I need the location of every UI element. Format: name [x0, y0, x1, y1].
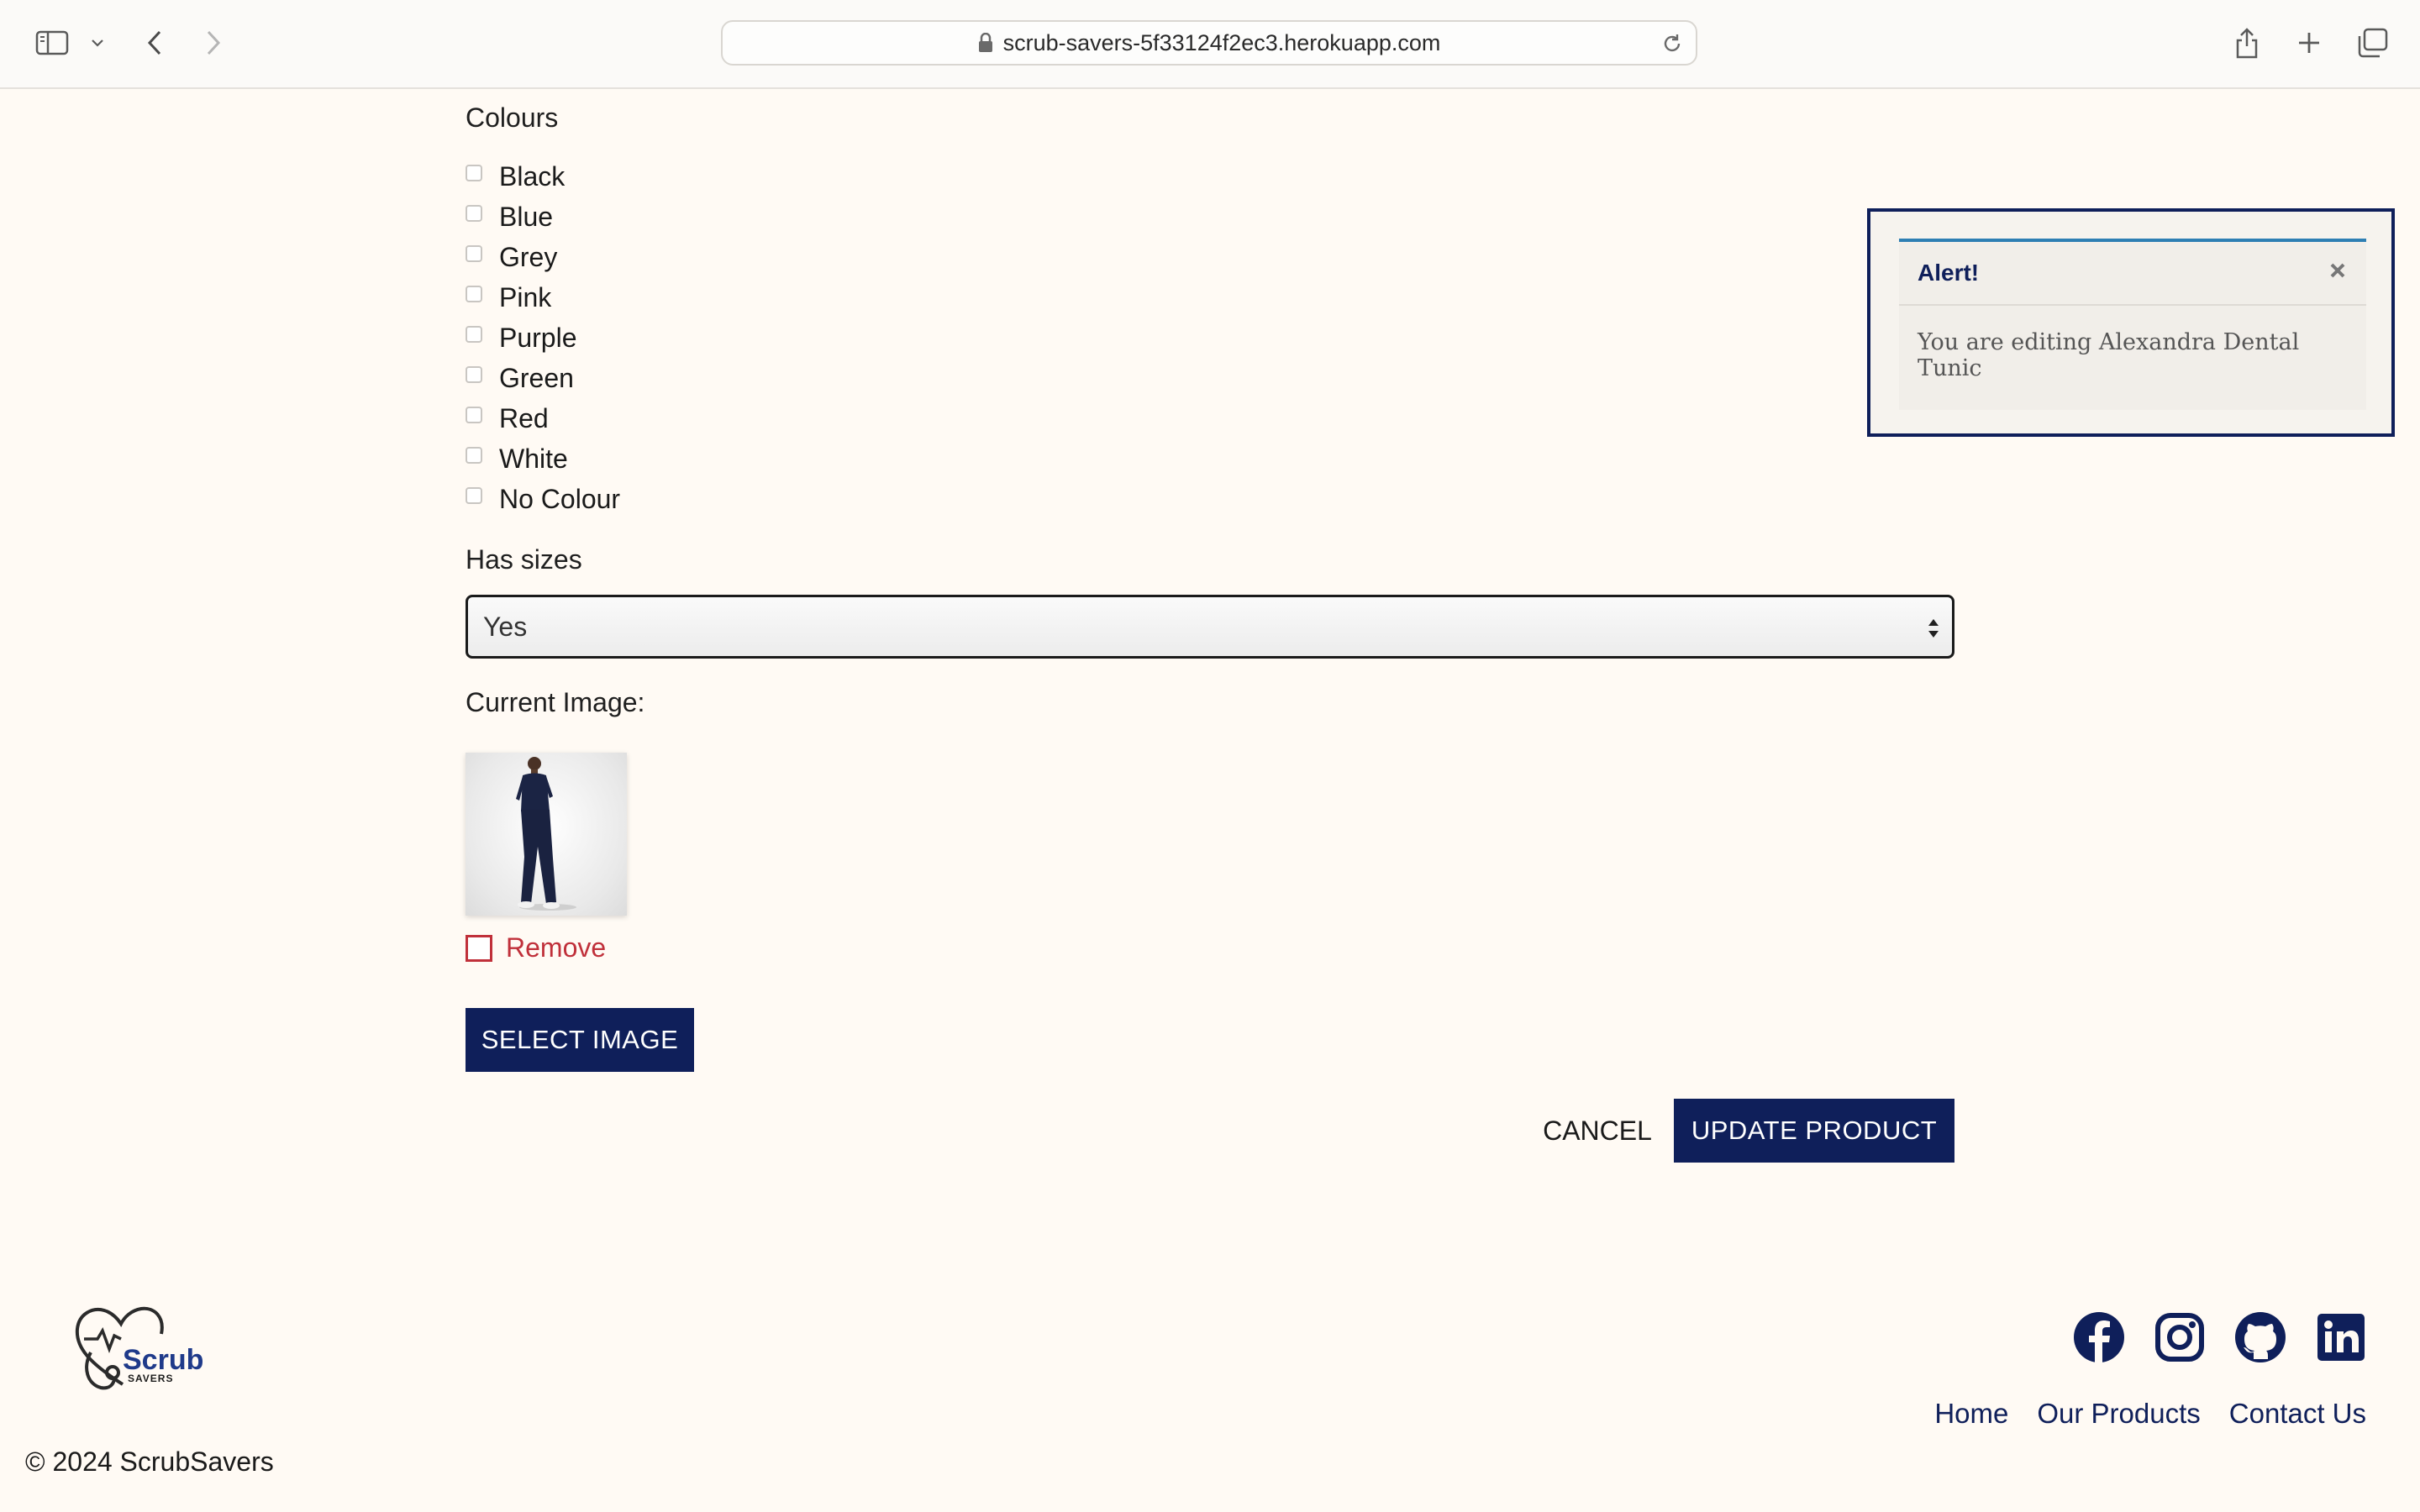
- footer-link-contact-us[interactable]: Contact Us: [2229, 1398, 2366, 1430]
- close-icon[interactable]: [2328, 260, 2348, 281]
- sidebar-toggle-icon[interactable]: [32, 22, 72, 64]
- footer-nav: Home Our Products Contact Us: [1934, 1398, 2366, 1430]
- colour-checkbox[interactable]: [466, 165, 482, 181]
- back-icon[interactable]: [139, 22, 170, 64]
- colour-checkbox[interactable]: [466, 286, 482, 302]
- colour-option-label: Red: [499, 402, 549, 433]
- forward-icon[interactable]: [198, 22, 229, 64]
- copyright-text: © 2024 ScrubSavers: [25, 1446, 274, 1477]
- alert-title: Alert!: [1918, 260, 1980, 286]
- lock-icon: [978, 33, 993, 53]
- colour-option-label: Black: [499, 160, 566, 192]
- has-sizes-value: Yes: [483, 611, 528, 642]
- colour-checkbox[interactable]: [466, 245, 482, 262]
- alert-header: Alert!: [1899, 242, 2366, 306]
- colour-option-purple[interactable]: Purple: [466, 318, 620, 358]
- colour-checkbox[interactable]: [466, 407, 482, 423]
- colour-checkbox-list: Black Blue Grey Pink Purple Green Red Wh…: [466, 156, 620, 519]
- remove-image-label: Remove: [506, 932, 607, 963]
- alert-message: You are editing Alexandra Dental Tunic: [1918, 329, 2300, 381]
- facebook-icon[interactable]: [2072, 1310, 2126, 1364]
- colour-checkbox[interactable]: [466, 366, 482, 383]
- instagram-icon[interactable]: [2153, 1310, 2207, 1364]
- share-icon[interactable]: [2230, 22, 2264, 64]
- chevron-down-icon[interactable]: [87, 22, 108, 64]
- colour-option-label: No Colour: [499, 483, 621, 514]
- colour-option-label: White: [499, 443, 568, 474]
- cancel-button[interactable]: CANCEL: [1529, 1099, 1665, 1163]
- select-image-button[interactable]: SELECT IMAGE: [466, 1008, 694, 1072]
- address-bar[interactable]: scrub-savers-5f33124f2ec3.herokuapp.com: [721, 20, 1697, 66]
- logo-subtext: SAVERS: [128, 1373, 174, 1384]
- new-tab-icon[interactable]: [2292, 22, 2326, 64]
- has-sizes-label: Has sizes: [466, 544, 582, 575]
- colour-option-pink[interactable]: Pink: [466, 277, 620, 318]
- colour-option-label: Pink: [499, 281, 552, 312]
- colour-option-label: Blue: [499, 201, 554, 232]
- colour-option-green[interactable]: Green: [466, 358, 620, 398]
- product-image-thumbnail[interactable]: [466, 753, 627, 916]
- footer-link-home[interactable]: Home: [1934, 1398, 2008, 1430]
- alert-toast: Alert! You are editing Alexandra Dental …: [1867, 208, 2395, 437]
- update-product-button[interactable]: UPDATE PRODUCT: [1674, 1099, 1954, 1163]
- colour-option-label: Grey: [499, 241, 558, 272]
- select-arrows-icon: [1927, 616, 1940, 648]
- remove-image-option[interactable]: Remove: [466, 932, 606, 963]
- alert-card: Alert! You are editing Alexandra Dental …: [1899, 239, 2366, 410]
- linkedin-icon[interactable]: [2314, 1310, 2368, 1364]
- tab-overview-icon[interactable]: [2354, 22, 2390, 64]
- browser-toolbar: scrub-savers-5f33124f2ec3.herokuapp.com: [0, 0, 2420, 89]
- model-figure-icon: [516, 757, 576, 911]
- colour-option-blue[interactable]: Blue: [466, 197, 620, 237]
- reload-icon[interactable]: [1660, 32, 1684, 55]
- colour-option-white[interactable]: White: [466, 438, 620, 479]
- url-text: scrub-savers-5f33124f2ec3.herokuapp.com: [1002, 29, 1441, 55]
- colour-option-grey[interactable]: Grey: [466, 237, 620, 277]
- colour-option-no-colour[interactable]: No Colour: [466, 479, 620, 519]
- colour-option-red[interactable]: Red: [466, 398, 620, 438]
- colour-checkbox[interactable]: [466, 326, 482, 343]
- footer-link-our-products[interactable]: Our Products: [2037, 1398, 2200, 1430]
- colours-label: Colours: [466, 102, 559, 133]
- colour-option-label: Purple: [499, 322, 577, 353]
- colour-checkbox[interactable]: [466, 487, 482, 504]
- current-image-label: Current Image:: [466, 687, 645, 717]
- has-sizes-select[interactable]: Yes: [466, 595, 1954, 659]
- github-icon[interactable]: [2233, 1310, 2287, 1364]
- colour-checkbox[interactable]: [466, 447, 482, 464]
- colour-option-label: Green: [499, 362, 574, 393]
- colour-option-black[interactable]: Black: [466, 156, 620, 197]
- colour-checkbox[interactable]: [466, 205, 482, 222]
- remove-image-checkbox[interactable]: [466, 934, 492, 962]
